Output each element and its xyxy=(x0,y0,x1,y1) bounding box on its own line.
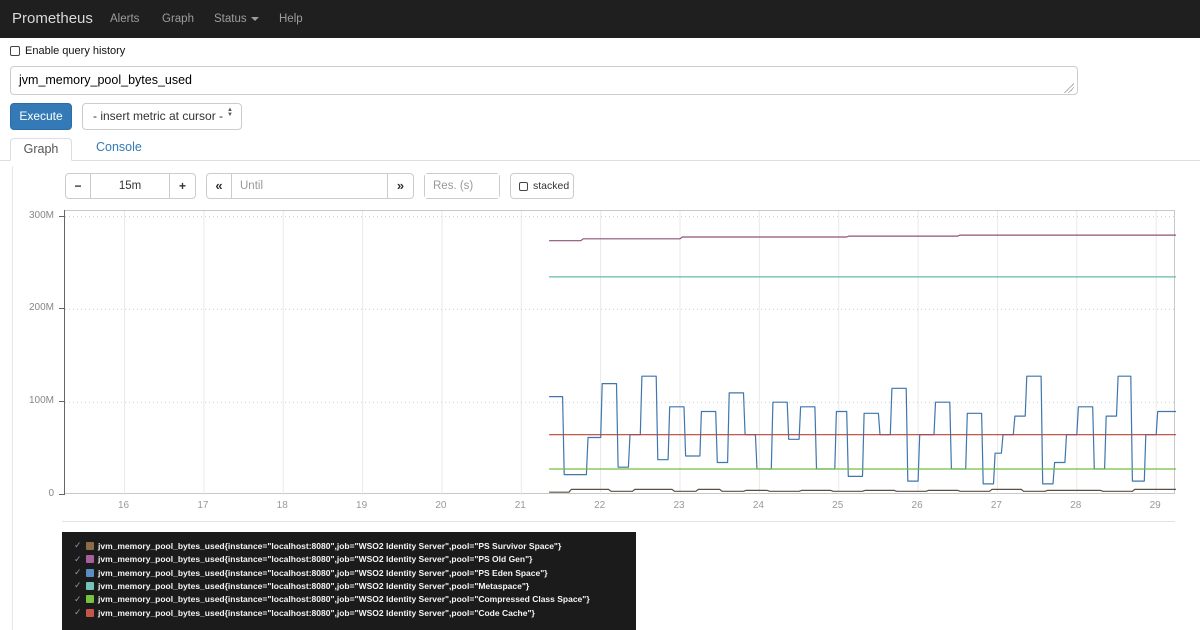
legend-series-label: jvm_memory_pool_bytes_used{instance="loc… xyxy=(98,594,590,604)
y-tick-mark xyxy=(59,401,64,402)
legend-color-swatch xyxy=(86,542,94,550)
until-input[interactable] xyxy=(232,174,387,198)
chart-plot-area[interactable] xyxy=(64,210,1175,494)
chart-bottom-divider xyxy=(62,521,1175,522)
y-tick-mark xyxy=(59,216,64,217)
x-tick-label: 24 xyxy=(741,500,775,511)
series-line-ps-survivor-space xyxy=(549,489,1176,492)
nav-item-alerts[interactable]: Alerts xyxy=(110,0,139,38)
legend-series-label: jvm_memory_pool_bytes_used{instance="loc… xyxy=(98,554,532,564)
x-tick-label: 25 xyxy=(821,500,855,511)
y-tick-label: 0 xyxy=(2,488,54,499)
chart-svg xyxy=(65,211,1176,495)
x-tick-label: 18 xyxy=(265,500,299,511)
x-tick-label: 29 xyxy=(1138,500,1172,511)
insert-metric-select[interactable]: - insert metric at cursor - ▲▼ xyxy=(82,103,242,130)
x-tick-label: 22 xyxy=(583,500,617,511)
stacked-toggle-button[interactable]: stacked xyxy=(510,173,574,199)
y-tick-label: 200M xyxy=(2,302,54,313)
x-tick-label: 21 xyxy=(503,500,537,511)
series-line-ps-eden-space xyxy=(549,376,1176,484)
series-line-ps-old-gen xyxy=(549,235,1176,241)
range-increase-button[interactable]: + xyxy=(169,173,196,199)
y-axis-line xyxy=(64,210,65,495)
brand-prometheus[interactable]: Prometheus xyxy=(12,0,93,38)
x-tick-label: 28 xyxy=(1059,500,1093,511)
legend-series-label: jvm_memory_pool_bytes_used{instance="loc… xyxy=(98,541,561,551)
legend-color-swatch xyxy=(86,609,94,617)
top-navbar: Prometheus Alerts Graph Status Help xyxy=(0,0,1200,38)
dropdown-caret-icon xyxy=(251,17,259,21)
range-decrease-button[interactable]: − xyxy=(65,173,91,199)
legend-color-swatch xyxy=(86,595,94,603)
range-input[interactable] xyxy=(91,174,169,198)
select-updown-icon: ▲▼ xyxy=(227,108,233,118)
x-tick-label: 16 xyxy=(107,500,141,511)
legend-check-icon: ✓ xyxy=(74,607,84,618)
legend-series-label: jvm_memory_pool_bytes_used{instance="loc… xyxy=(98,581,529,591)
x-tick-label: 26 xyxy=(900,500,934,511)
legend-color-swatch xyxy=(86,582,94,590)
x-tick-label: 19 xyxy=(345,500,379,511)
query-expression-input[interactable]: jvm_memory_pool_bytes_used xyxy=(10,66,1078,95)
y-tick-mark xyxy=(59,308,64,309)
y-tick-mark xyxy=(59,494,64,495)
tab-console[interactable]: Console xyxy=(96,140,142,154)
query-history-checkbox[interactable] xyxy=(10,46,20,56)
x-tick-label: 23 xyxy=(662,500,696,511)
legend-row[interactable]: ✓jvm_memory_pool_bytes_used{instance="lo… xyxy=(74,591,636,604)
stacked-checkbox[interactable] xyxy=(519,182,528,191)
legend-color-swatch xyxy=(86,555,94,563)
legend-row[interactable]: ✓jvm_memory_pool_bytes_used{instance="lo… xyxy=(74,564,636,577)
time-back-button[interactable]: « xyxy=(206,173,232,199)
prometheus-app: Prometheus Alerts Graph Status Help Enab… xyxy=(0,0,1200,630)
legend-color-swatch xyxy=(86,569,94,577)
nav-item-help[interactable]: Help xyxy=(279,0,303,38)
legend-series-label: jvm_memory_pool_bytes_used{instance="loc… xyxy=(98,568,548,578)
nav-item-graph[interactable]: Graph xyxy=(162,0,194,38)
time-forward-button[interactable]: » xyxy=(387,173,414,199)
x-tick-label: 17 xyxy=(186,500,220,511)
stacked-label: stacked xyxy=(533,180,569,192)
x-tick-label: 27 xyxy=(979,500,1013,511)
legend-check-icon: ✓ xyxy=(74,580,84,591)
legend-series-label: jvm_memory_pool_bytes_used{instance="loc… xyxy=(98,608,535,618)
legend-row[interactable]: ✓ jvm_memory_pool_bytes_used{instance="lo… xyxy=(74,604,636,617)
chart-legend: ✓ jvm_memory_pool_bytes_used{instance="lo… xyxy=(62,532,636,630)
tab-graph[interactable]: Graph xyxy=(10,138,72,161)
nav-item-status[interactable]: Status xyxy=(214,0,259,38)
x-tick-label: 20 xyxy=(424,500,458,511)
legend-row[interactable]: ✓ jvm_memory_pool_bytes_used{instance="lo… xyxy=(74,577,636,590)
query-history-label: Enable query history xyxy=(25,45,125,57)
execute-button[interactable]: Execute xyxy=(10,103,72,130)
y-tick-label: 300M xyxy=(2,210,54,221)
resolution-input[interactable] xyxy=(425,174,499,198)
legend-row[interactable]: ✓jvm_memory_pool_bytes_used{instance="lo… xyxy=(74,537,636,550)
tabs-divider xyxy=(0,160,1200,161)
legend-row[interactable]: ✓jvm_memory_pool_bytes_used{instance="lo… xyxy=(74,550,636,563)
y-tick-label: 100M xyxy=(2,395,54,406)
